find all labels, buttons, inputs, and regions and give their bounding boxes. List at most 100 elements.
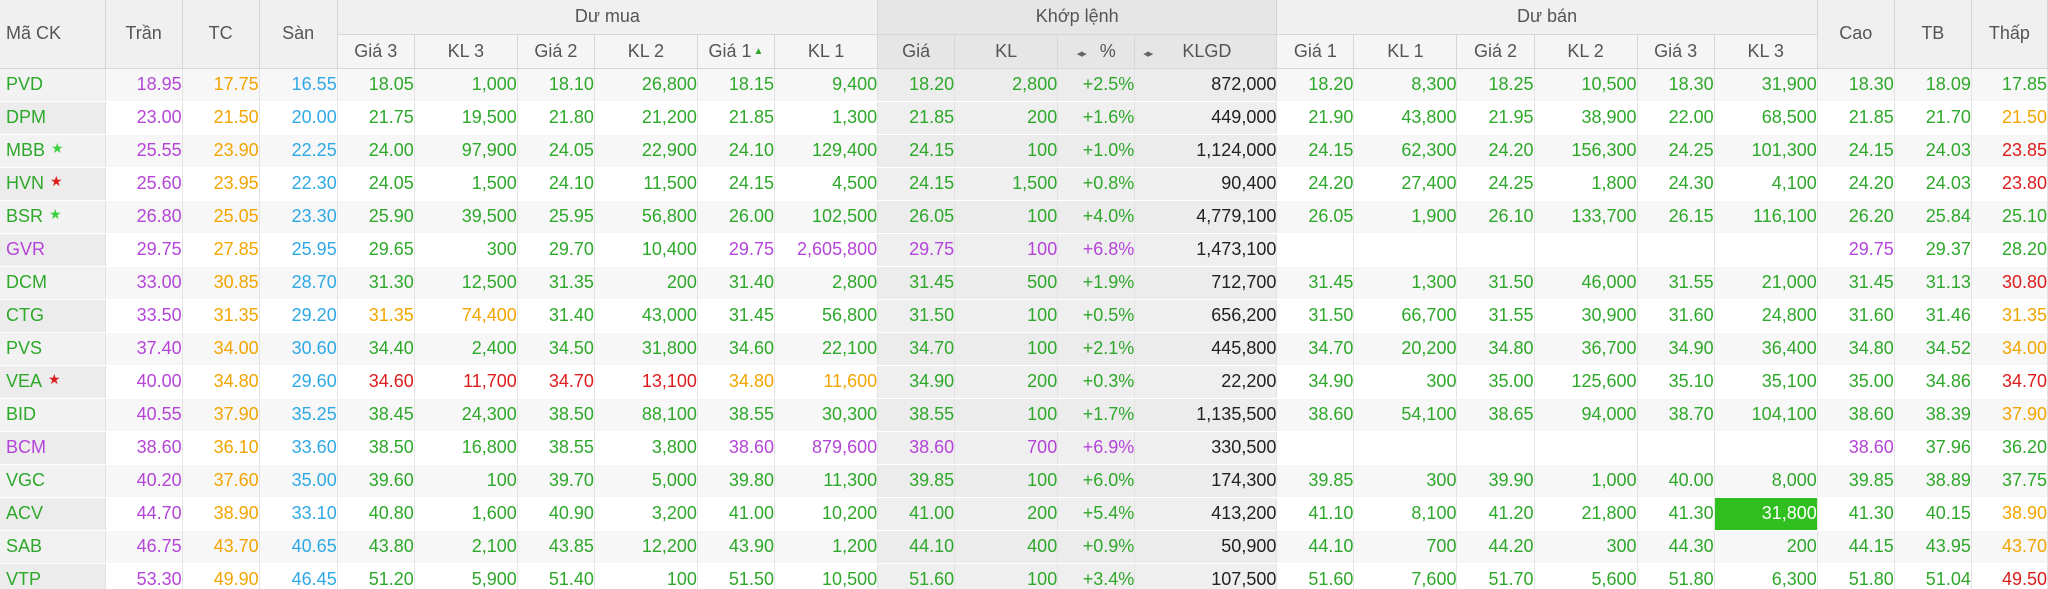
symbol-cell[interactable]: PVD [0, 68, 106, 102]
header-low[interactable]: Thấp [1971, 0, 2048, 69]
symbol-cell[interactable]: DPM [0, 101, 106, 135]
bid-vol-3: 1,500 [414, 167, 518, 201]
toggle-arrows-icon[interactable]: ◂▸ [1077, 47, 1087, 60]
header-bid-price-3[interactable]: Giá 3 [337, 34, 415, 69]
bid-price-2: 34.50 [517, 332, 595, 366]
table-row[interactable]: VGC 40.20 37.60 35.00 39.60 100 39.70 5,000 39.8… [0, 464, 2048, 498]
header-ask-vol-2[interactable]: KL 2 [1534, 34, 1638, 69]
header-reference[interactable]: TC [182, 0, 260, 69]
bid-vol-1: 102,500 [774, 200, 879, 234]
ceiling-price: 23.00 [105, 101, 183, 135]
symbol-cell[interactable]: BID [0, 398, 106, 432]
total-volume: 50,900 [1134, 530, 1278, 564]
reference-price: 17.75 [182, 68, 260, 102]
header-high[interactable]: Cao [1817, 0, 1895, 69]
symbol-cell[interactable]: ACV [0, 497, 106, 531]
header-ask-price-2[interactable]: Giá 2 [1456, 34, 1535, 69]
header-match-price[interactable]: Giá [877, 34, 956, 69]
header-ask-vol-3[interactable]: KL 3 [1714, 34, 1818, 69]
star-icon[interactable]: ★ [49, 206, 62, 222]
high-price: 34.80 [1817, 332, 1895, 366]
header-bid-vol-1[interactable]: KL 1 [774, 34, 879, 69]
match-price: 24.15 [877, 167, 956, 201]
symbol-cell[interactable]: BCM [0, 431, 106, 465]
table-row[interactable]: MBB ★ 25.55 23.90 22.25 24.00 97,900 24.05 22,90… [0, 134, 2048, 168]
header-symbol[interactable]: Mã CK [0, 0, 106, 69]
header-bid-vol-2[interactable]: KL 2 [594, 34, 698, 69]
symbol-cell[interactable]: HVN ★ [0, 167, 106, 201]
symbol-label: BSR [6, 206, 44, 226]
symbol-cell[interactable]: VGC [0, 464, 106, 498]
table-row[interactable]: PVS 37.40 34.00 30.60 34.40 2,400 34.50 31,800 3… [0, 332, 2048, 366]
table-row[interactable]: BCM 38.60 36.10 33.60 38.50 16,800 38.55 3,800 3… [0, 431, 2048, 465]
ask-vol-1 [1353, 233, 1458, 267]
header-bid-price-2[interactable]: Giá 2 [517, 34, 595, 69]
table-row[interactable]: DPM 23.00 21.50 20.00 21.75 19,500 21.80 21,200… [0, 101, 2048, 135]
symbol-label: BID [6, 404, 37, 424]
header-ceiling[interactable]: Trần [105, 0, 183, 69]
sort-up-icon[interactable]: ▲ [754, 46, 764, 57]
ask-price-1 [1276, 431, 1355, 465]
table-row[interactable]: CTG 33.50 31.35 29.20 31.35 74,400 31.40 43,000… [0, 299, 2048, 333]
header-bid-vol-3[interactable]: KL 3 [414, 34, 518, 69]
symbol-label: CTG [6, 305, 44, 325]
table-row[interactable]: HVN ★ 25.60 23.95 22.30 24.05 1,500 24.10 11,500… [0, 167, 2048, 201]
ask-price-3: 26.15 [1637, 200, 1715, 234]
symbol-cell[interactable]: CTG [0, 299, 106, 333]
table-row[interactable]: BSR ★ 26.80 25.05 23.30 25.90 39,500 25.95 56,80… [0, 200, 2048, 234]
match-price: 38.55 [877, 398, 956, 432]
symbol-cell[interactable]: GVR [0, 233, 106, 267]
table-row[interactable]: PVD 18.95 17.75 16.55 18.05 1,000 18.10 26,800 1… [0, 68, 2048, 102]
header-floor[interactable]: Sàn [259, 0, 338, 69]
header-match-volume[interactable]: KL [954, 34, 1059, 69]
low-price: 25.10 [1971, 200, 2048, 234]
ask-vol-2: 133,700 [1534, 200, 1638, 234]
header-ask-price-1[interactable]: Giá 1 [1276, 34, 1355, 69]
symbol-cell[interactable]: BSR ★ [0, 200, 106, 234]
header-total-volume[interactable]: ◂▸ KLGD [1134, 34, 1278, 69]
symbol-label: GVR [6, 239, 46, 259]
table-row[interactable]: ACV 44.70 38.90 33.10 40.80 1,600 40.90 3,200 41… [0, 497, 2048, 531]
low-price: 43.70 [1971, 530, 2048, 564]
match-percent: +2.1% [1057, 332, 1136, 366]
ask-price-3: 35.10 [1637, 365, 1715, 399]
symbol-cell[interactable]: PVS [0, 332, 106, 366]
table-row[interactable]: BID 40.55 37.90 35.25 38.45 24,300 38.50 88,100… [0, 398, 2048, 432]
bid-vol-3: 2,100 [414, 530, 518, 564]
ask-price-2: 34.80 [1456, 332, 1535, 366]
star-icon[interactable]: ★ [50, 173, 63, 189]
table-row[interactable]: VTP 53.30 49.90 46.45 51.20 5,900 51.40 100 51.5… [0, 563, 2048, 589]
symbol-cell[interactable]: VTP [0, 563, 106, 589]
bid-price-3: 34.60 [337, 365, 415, 399]
table-row[interactable]: SAB 46.75 43.70 40.65 43.80 2,100 43.85 12,200 4… [0, 530, 2048, 564]
symbol-cell[interactable]: SAB [0, 530, 106, 564]
bid-vol-3: 5,900 [414, 563, 518, 589]
header-bid-price-1[interactable]: Giá 1 ▲ [697, 34, 775, 69]
symbol-cell[interactable]: VEA ★ [0, 365, 106, 399]
header-ask-vol-1[interactable]: KL 1 [1353, 34, 1458, 69]
bid-vol-2: 22,900 [594, 134, 698, 168]
match-volume: 100 [954, 134, 1059, 168]
ask-price-2: 24.20 [1456, 134, 1535, 168]
bid-price-2: 31.35 [517, 266, 595, 300]
table-row[interactable]: GVR 29.75 27.85 25.95 29.65 300 29.70 10,400 29.… [0, 233, 2048, 267]
header-ask-price-3[interactable]: Giá 3 [1637, 34, 1715, 69]
header-average[interactable]: TB [1894, 0, 1972, 69]
reference-price: 37.60 [182, 464, 260, 498]
symbol-cell[interactable]: DCM [0, 266, 106, 300]
match-percent: +1.6% [1057, 101, 1136, 135]
ask-price-1: 51.60 [1276, 563, 1355, 589]
symbol-cell[interactable]: MBB ★ [0, 134, 106, 168]
low-price: 38.90 [1971, 497, 2048, 531]
floor-price: 23.30 [259, 200, 338, 234]
bid-price-2: 43.85 [517, 530, 595, 564]
star-icon[interactable]: ★ [48, 371, 61, 387]
table-row[interactable]: VEA ★ 40.00 34.80 29.60 34.60 11,700 34.70 13,10… [0, 365, 2048, 399]
table-row[interactable]: DCM 33.00 30.85 28.70 31.30 12,500 31.35 200 31.… [0, 266, 2048, 300]
bid-price-2: 25.95 [517, 200, 595, 234]
header-match-percent[interactable]: ◂▸% [1057, 34, 1136, 69]
star-icon[interactable]: ★ [51, 140, 64, 156]
match-price: 18.20 [877, 68, 956, 102]
bid-vol-1: 4,500 [774, 167, 879, 201]
toggle-arrows-icon[interactable]: ◂▸ [1143, 47, 1153, 60]
